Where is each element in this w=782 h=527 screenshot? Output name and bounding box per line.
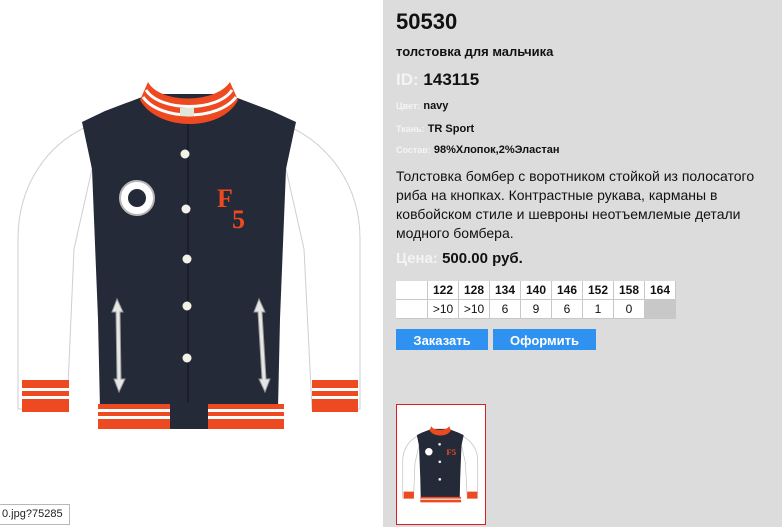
size-header-cell: 122 <box>427 281 459 300</box>
size-header-row: 122 128 134 140 146 152 158 164 <box>396 281 676 300</box>
price-value: 500.00 руб. <box>442 250 523 267</box>
thumbnail-image: F5 <box>402 426 479 503</box>
size-quantity-cell[interactable]: 1 <box>582 299 614 319</box>
status-bar-url: 0.jpg?75285 <box>0 504 70 525</box>
attribute-label: Ткань: <box>396 124 425 134</box>
checkout-button[interactable]: Оформить <box>493 329 596 350</box>
size-header-cell: 164 <box>644 281 676 300</box>
size-header-cell: 128 <box>458 281 490 300</box>
size-header-cell: 158 <box>613 281 645 300</box>
product-thumbnail[interactable]: F5 <box>396 404 486 525</box>
table-corner-cell <box>396 299 428 319</box>
attribute-color: Цвет: navy <box>396 100 448 112</box>
size-quantity-cell[interactable]: 6 <box>551 299 583 319</box>
size-quantity-cell[interactable]: >10 <box>458 299 490 319</box>
product-info-panel: 50530 толстовка для мальчика ID: 143115 … <box>383 0 782 527</box>
attribute-value: TR Sport <box>427 123 475 135</box>
size-availability-table: 122 128 134 140 146 152 158 164 >10 >10 … <box>396 281 676 319</box>
product-name: толстовка для мальчика <box>396 44 554 59</box>
size-quantity-row: >10 >10 6 9 6 1 0 <box>396 299 676 319</box>
product-main-image: F 5 <box>17 82 361 429</box>
attribute-value: 98%Хлопок,2%Эластан <box>433 144 560 156</box>
size-quantity-cell[interactable]: >10 <box>427 299 459 319</box>
product-image-pane: F 5 0.jpg?75285 <box>0 0 383 527</box>
product-id: ID: 143115 <box>396 70 479 90</box>
attribute-value: navy <box>423 100 449 112</box>
size-quantity-cell-unavailable <box>644 299 676 319</box>
attribute-label: Состав: <box>396 145 431 155</box>
size-quantity-cell[interactable]: 6 <box>489 299 521 319</box>
price-label: Цена: <box>396 250 438 267</box>
size-header-cell: 152 <box>582 281 614 300</box>
product-id-label: ID: <box>396 70 419 89</box>
size-header-cell: 134 <box>489 281 521 300</box>
attribute-composition: Состав: 98%Хлопок,2%Эластан <box>396 144 560 156</box>
size-header-cell: 146 <box>551 281 583 300</box>
attribute-label: Цвет: <box>396 101 421 111</box>
size-header-cell: 140 <box>520 281 552 300</box>
attribute-fabric: Ткань: TR Sport <box>396 123 474 135</box>
size-quantity-cell[interactable]: 9 <box>520 299 552 319</box>
table-corner-cell <box>396 281 428 300</box>
product-id-value: 143115 <box>423 70 480 89</box>
svg-text:F: F <box>217 184 233 213</box>
order-button[interactable]: Заказать <box>396 329 488 350</box>
product-price: Цена: 500.00 руб. <box>396 250 523 267</box>
size-quantity-cell[interactable]: 0 <box>613 299 645 319</box>
product-description: Толстовка бомбер с воротником стойкой из… <box>396 168 755 241</box>
product-code: 50530 <box>396 9 458 34</box>
svg-text:F5: F5 <box>446 447 456 457</box>
svg-text:5: 5 <box>232 205 245 234</box>
